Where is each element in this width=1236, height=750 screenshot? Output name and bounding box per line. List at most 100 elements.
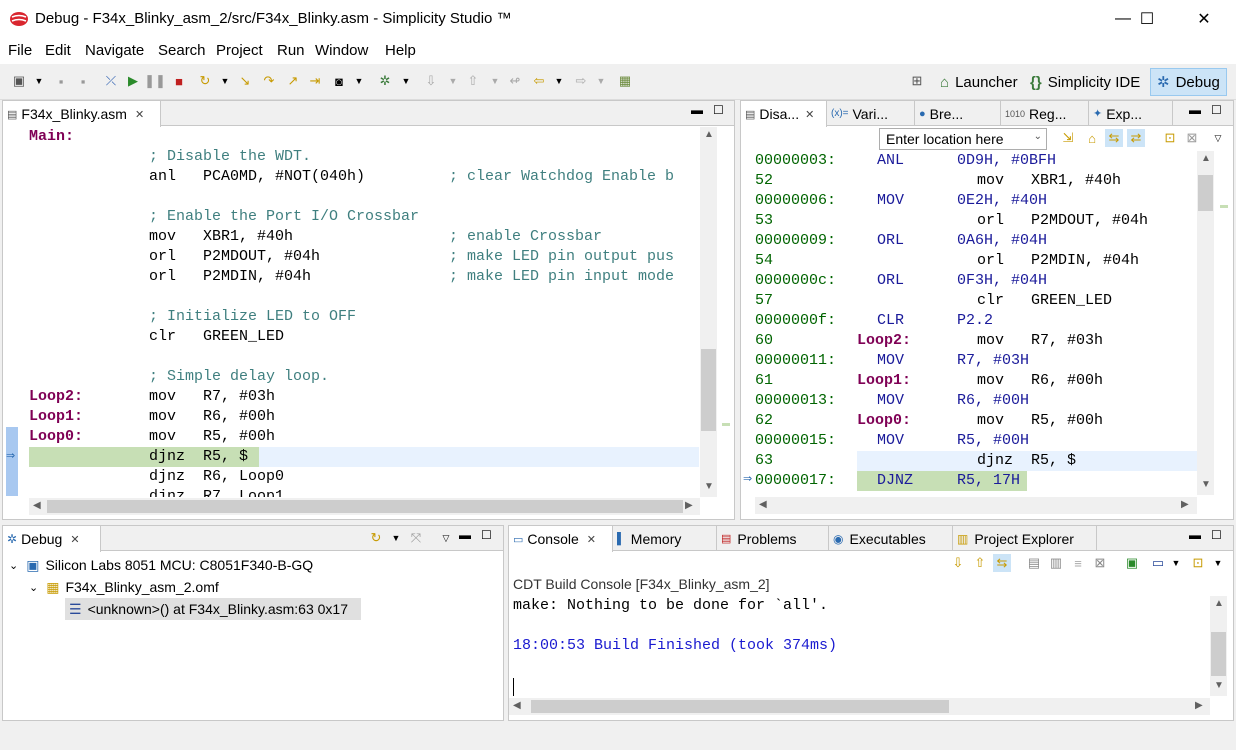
terminate-icon[interactable]: ■: [170, 72, 188, 90]
chevron-up-icon[interactable]: ▲: [1201, 153, 1211, 164]
tab-project-explorer[interactable]: ▥ Project Explorer: [953, 526, 1097, 551]
minimize-icon[interactable]: ▬: [1189, 103, 1201, 117]
scroll-thumb[interactable]: [1198, 175, 1213, 211]
tab-expressions[interactable]: ✦ Exp...: [1089, 101, 1173, 126]
scroll-thumb[interactable]: [701, 349, 716, 431]
chevron-down-icon[interactable]: ▼: [1214, 680, 1224, 691]
tab-disassembly[interactable]: ▤ Disa... ✕: [741, 101, 827, 127]
chevron-down-icon[interactable]: ▼: [592, 72, 610, 90]
chevron-up-icon[interactable]: ▲: [704, 129, 714, 140]
chevron-right-icon[interactable]: ▶: [1195, 700, 1203, 711]
arrow-down-icon[interactable]: ⇩: [949, 554, 967, 572]
pin-console-icon[interactable]: ⊠: [1091, 554, 1109, 572]
link-with-editor-icon[interactable]: ⇆: [1105, 129, 1123, 147]
chevron-down-icon[interactable]: ▼: [550, 72, 568, 90]
menu-help[interactable]: Help: [385, 42, 416, 59]
maximize-icon[interactable]: ☐: [713, 103, 724, 117]
chevron-down-icon[interactable]: ▼: [30, 72, 48, 90]
chevron-right-icon[interactable]: ▶: [1181, 499, 1189, 510]
minimize-icon[interactable]: ▬: [1189, 528, 1201, 542]
tab-memory[interactable]: ▌ Memory: [613, 526, 717, 551]
chevron-down-icon[interactable]: ▼: [444, 72, 462, 90]
camera-icon[interactable]: ◙: [330, 72, 348, 90]
menu-window[interactable]: Window: [315, 42, 368, 59]
chevron-right-icon[interactable]: ▶: [685, 500, 693, 511]
skip-breakpoints-icon[interactable]: ⤫: [102, 72, 120, 90]
tab-breakpoints[interactable]: ● Bre...: [915, 101, 1001, 126]
console-vertical-scrollbar[interactable]: ▲ ▼: [1210, 596, 1227, 696]
home-icon[interactable]: ⌂: [1083, 129, 1101, 147]
display-selected-console-icon[interactable]: ▣: [1123, 554, 1141, 572]
menu-navigate[interactable]: Navigate: [85, 42, 144, 59]
clear-console-icon[interactable]: ▤: [1025, 554, 1043, 572]
location-input[interactable]: Enter location here ⌄: [879, 128, 1047, 150]
chevron-down-icon[interactable]: ▼: [486, 72, 504, 90]
chevron-down-icon[interactable]: ▼: [397, 72, 415, 90]
disassembly-vertical-scrollbar[interactable]: ▲ ▼: [1197, 151, 1214, 495]
tab-executables[interactable]: ◉ Executables: [829, 526, 953, 551]
close-icon[interactable]: ✕: [70, 533, 79, 546]
tab-debug[interactable]: ✲ Debug ✕: [3, 526, 101, 552]
close-icon[interactable]: ✕: [135, 108, 144, 121]
open-perspective-icon[interactable]: ⊞: [908, 72, 926, 90]
open-console-icon[interactable]: ▭: [1149, 554, 1167, 572]
chevron-left-icon[interactable]: ◀: [33, 500, 41, 511]
console-output[interactable]: make: Nothing to be done for `all'. 18:0…: [509, 596, 1209, 698]
chevron-down-icon[interactable]: ▼: [1209, 554, 1227, 572]
close-icon[interactable]: ✕: [805, 108, 814, 121]
chevron-down-icon[interactable]: ▼: [350, 72, 368, 90]
maximize-icon[interactable]: ☐: [481, 528, 492, 542]
view-menu-icon[interactable]: ▽: [1209, 129, 1227, 147]
editor-horizontal-scrollbar[interactable]: ◀ ▶: [29, 498, 700, 515]
scroll-thumb[interactable]: [531, 700, 949, 713]
menu-edit[interactable]: Edit: [45, 42, 71, 59]
tab-registers[interactable]: 1010 Reg...: [1001, 101, 1089, 126]
chevron-down-icon[interactable]: ▼: [704, 481, 714, 492]
chevron-down-icon[interactable]: ⌄: [1034, 131, 1042, 142]
scroll-lock-icon[interactable]: ▥: [1047, 554, 1065, 572]
disconnect-icon[interactable]: ⤧: [407, 529, 425, 547]
save-icon[interactable]: ▪: [52, 72, 70, 90]
chevron-up-icon[interactable]: ▲: [1214, 598, 1224, 609]
reset-icon[interactable]: ↻: [196, 72, 214, 90]
chevron-left-icon[interactable]: ◀: [513, 700, 521, 711]
debug-perspective-button[interactable]: ✲ Debug: [1150, 68, 1227, 96]
tab-variables[interactable]: (x)= Vari...: [827, 101, 915, 126]
close-icon[interactable]: ✕: [1181, 0, 1227, 38]
resume-icon[interactable]: ▶: [124, 72, 142, 90]
chevron-down-icon[interactable]: ⌄: [29, 581, 38, 594]
debug-icon[interactable]: ✲: [376, 72, 394, 90]
editor-code-area[interactable]: Main: ; Disable the WDT. anl PCA0MD, #NOT(…: [29, 127, 699, 497]
step-return-icon[interactable]: ↗: [284, 72, 302, 90]
menu-file[interactable]: File: [8, 42, 32, 59]
disassembly-horizontal-scrollbar[interactable]: ◀ ▶: [755, 497, 1197, 514]
disassembly-code-area[interactable]: 00000003: ANL 0D9H, #0BFH 52 mov XBR1, #40h 0…: [755, 151, 1197, 495]
previous-annotation-icon[interactable]: ⇧: [464, 72, 482, 90]
tree-item-omf[interactable]: ⌄ ▦ F34x_Blinky_asm_2.omf: [29, 576, 489, 598]
menu-search[interactable]: Search: [158, 42, 206, 59]
chip-icon[interactable]: ▦: [616, 72, 634, 90]
save-all-icon[interactable]: ▪: [74, 72, 92, 90]
new-view-icon[interactable]: ⊡: [1161, 129, 1179, 147]
chevron-down-icon[interactable]: ▼: [1201, 479, 1211, 490]
maximize-icon[interactable]: ☐: [1211, 103, 1222, 117]
ide-perspective-button[interactable]: {} Simplicity IDE: [1024, 69, 1146, 95]
step-over-icon[interactable]: ↷: [260, 72, 278, 90]
chevron-down-icon[interactable]: ▼: [216, 72, 234, 90]
minimize-icon[interactable]: ▬: [691, 103, 703, 117]
chevron-left-icon[interactable]: ◀: [759, 499, 767, 510]
scroll-thumb[interactable]: [1211, 632, 1226, 676]
step-into-icon[interactable]: ↘: [236, 72, 254, 90]
link-icon[interactable]: ⇆: [993, 554, 1011, 572]
next-annotation-icon[interactable]: ⇩: [422, 72, 440, 90]
scroll-thumb[interactable]: [47, 500, 683, 513]
tab-f34x-blinky-asm[interactable]: ▤ F34x_Blinky.asm ✕: [3, 101, 161, 127]
menu-run[interactable]: Run: [277, 42, 305, 59]
go-to-pc-icon[interactable]: ⇲: [1059, 129, 1077, 147]
chevron-down-icon[interactable]: ▼: [387, 529, 405, 547]
maximize-icon[interactable]: ☐: [1124, 0, 1170, 38]
close-icon[interactable]: ✕: [587, 533, 596, 546]
pin-icon[interactable]: ⊠: [1183, 129, 1201, 147]
run-to-line-icon[interactable]: ⇥: [306, 72, 324, 90]
back-icon[interactable]: ⇦: [530, 72, 548, 90]
